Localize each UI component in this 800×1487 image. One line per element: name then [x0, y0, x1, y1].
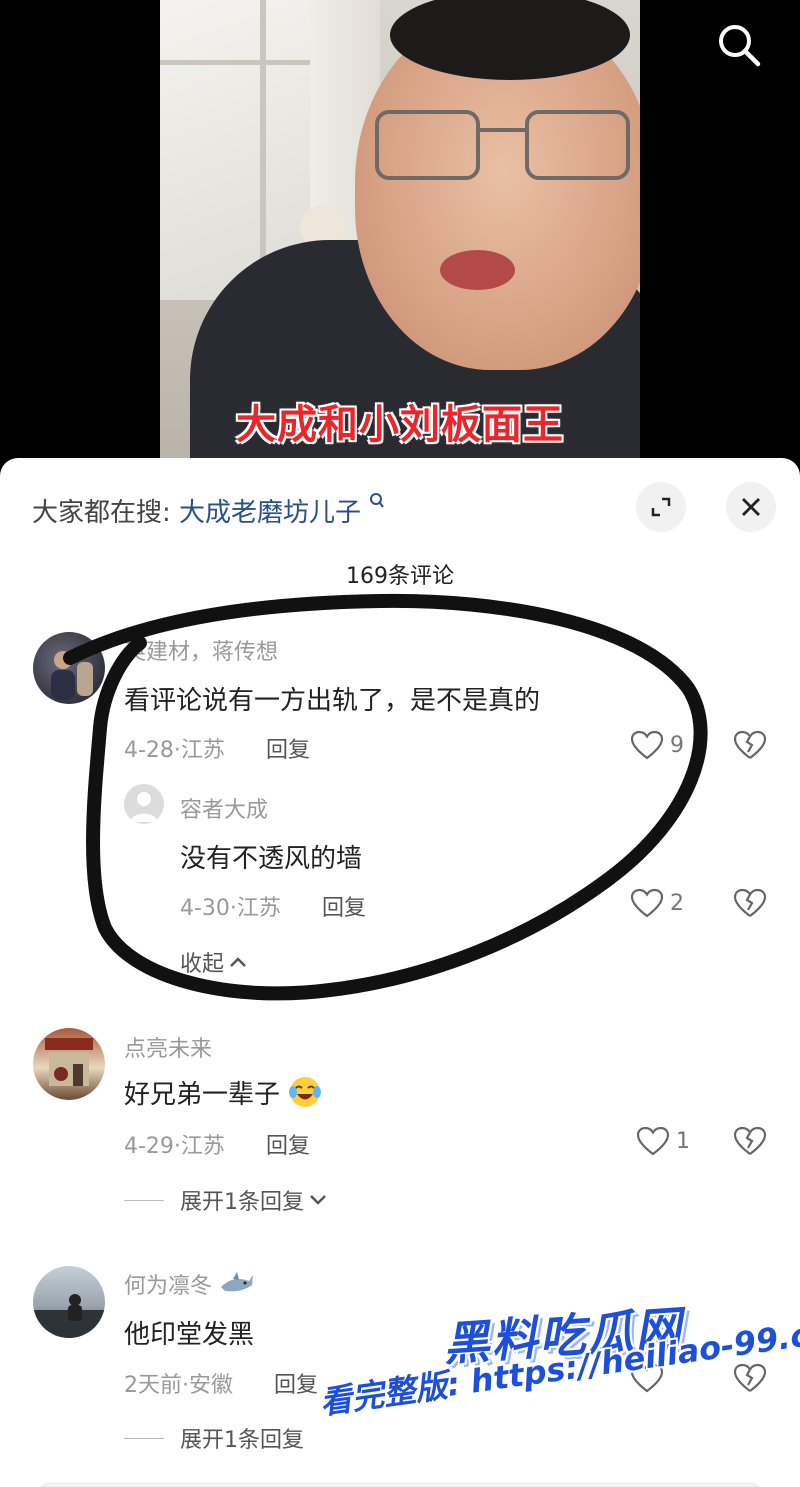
reply-like-button[interactable]: 2 — [630, 888, 684, 918]
avatar[interactable] — [33, 1266, 105, 1338]
collapse-replies-button[interactable]: 收起 — [180, 946, 248, 978]
person-mouth — [440, 250, 515, 290]
like-button[interactable]: 9 — [630, 730, 684, 760]
reply-button[interactable]: 回复 — [274, 1373, 318, 1398]
shark-emoji-icon — [219, 1271, 255, 1303]
comment-date-location: 2天前·安徽 — [124, 1373, 233, 1398]
glasses-left-lens — [375, 110, 480, 180]
like-button[interactable]: 1 — [636, 1126, 690, 1156]
reply-meta: 4-30·江苏 回复 — [180, 890, 366, 922]
like-count: 9 — [670, 732, 684, 758]
reply-button[interactable]: 回复 — [266, 738, 310, 763]
search-suggestion-prefix: 大家都在搜: — [32, 498, 171, 528]
heart-icon — [630, 730, 664, 760]
comment-meta: 4-29·江苏 回复 — [124, 1128, 310, 1160]
heart-icon — [630, 888, 664, 918]
broken-heart-icon — [733, 1126, 767, 1155]
like-count: 1 — [676, 1128, 690, 1154]
expand-replies-button[interactable]: 展开1条回复 — [124, 1184, 328, 1216]
comment-text: 好兄弟一辈子 — [124, 1074, 322, 1116]
video-caption: 大成和小刘板面王 — [236, 402, 564, 448]
close-panel-button[interactable] — [726, 482, 776, 532]
video-player[interactable]: 大成和小刘板面王 — [0, 0, 800, 470]
expand-label: 展开1条回复 — [180, 1190, 304, 1215]
comment-text: 看评论说有一方出轨了，是不是真的 — [124, 686, 541, 716]
collapse-label: 收起 — [180, 952, 225, 977]
chevron-down-icon — [310, 1195, 326, 1205]
dislike-button[interactable] — [733, 1126, 767, 1160]
expand-label: 展开1条回复 — [180, 1428, 304, 1453]
comment-text-content: 好兄弟一辈子 — [124, 1080, 281, 1110]
search-icon[interactable] — [716, 22, 762, 68]
reply-button[interactable]: 回复 — [266, 1134, 310, 1159]
close-icon — [742, 498, 760, 516]
expand-icon — [651, 497, 671, 517]
comment-meta: 4-28·江苏 回复 — [124, 732, 310, 764]
avatar[interactable] — [33, 1028, 105, 1100]
comment-count: 169条评论 — [346, 564, 454, 589]
comment-author[interactable]: 英建材，蒋传想 — [124, 634, 278, 666]
comment-text: 他印堂发黑 — [124, 1320, 255, 1350]
broken-heart-icon — [733, 730, 767, 759]
glasses-bridge — [478, 128, 528, 132]
laughing-tears-emoji-icon — [288, 1075, 322, 1116]
broken-heart-icon — [733, 888, 767, 917]
dislike-button[interactable] — [733, 1363, 767, 1397]
reply-button[interactable]: 回复 — [322, 896, 366, 921]
comment-date-location: 4-28·江苏 — [124, 738, 225, 763]
search-suggestion[interactable]: 大家都在搜: 大成老磨坊儿子 — [32, 492, 385, 529]
comment-author[interactable]: 点亮未来 — [124, 1031, 212, 1063]
comment-date-location: 4-29·江苏 — [124, 1134, 225, 1159]
divider-line — [124, 1199, 164, 1201]
avatar[interactable] — [33, 632, 105, 704]
chevron-up-icon — [230, 957, 246, 967]
reply-date-location: 4-30·江苏 — [180, 896, 281, 921]
comment-meta: 2天前·安徽 回复 — [124, 1367, 318, 1399]
search-small-icon — [369, 493, 385, 514]
search-suggestion-keyword[interactable]: 大成老磨坊儿子 — [179, 498, 361, 528]
glasses-right-lens — [525, 110, 630, 180]
dislike-button[interactable] — [733, 730, 767, 764]
expand-panel-button[interactable] — [636, 482, 686, 532]
broken-heart-icon — [733, 1363, 767, 1392]
reply-dislike-button[interactable] — [733, 888, 767, 922]
heart-icon — [636, 1126, 670, 1156]
reply-author[interactable]: 容者大成 — [180, 792, 268, 824]
expand-replies-button[interactable]: 展开1条回复 — [124, 1422, 304, 1454]
comment-author[interactable]: 何为凛冬 — [124, 1268, 255, 1303]
reply-avatar[interactable] — [124, 784, 164, 824]
divider-line — [124, 1437, 164, 1439]
comment-input-bar[interactable] — [36, 1482, 764, 1487]
comment-author-name: 何为凛冬 — [124, 1274, 213, 1299]
like-count: 2 — [670, 890, 684, 916]
reply-text: 没有不透风的墙 — [180, 844, 363, 874]
